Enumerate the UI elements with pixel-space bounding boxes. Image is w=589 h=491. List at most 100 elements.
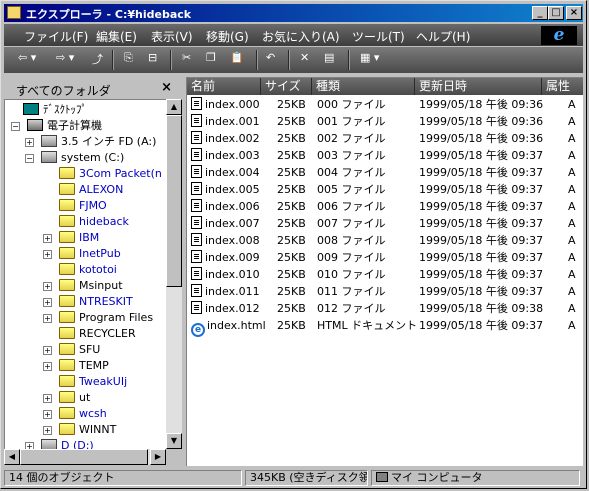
expand-plus-icon[interactable]: + bbox=[43, 298, 52, 307]
file-size: 25KB bbox=[277, 285, 306, 298]
disconnect-drive-button[interactable]: ⊟ bbox=[148, 51, 157, 69]
menu-help[interactable]: ヘルプ(H) bbox=[416, 28, 470, 45]
folder-pane-close-icon[interactable]: × bbox=[161, 80, 172, 95]
file-row[interactable]: index.001 25KB 001 ファイル 1999/05/18 午後 09:36… bbox=[187, 113, 583, 130]
tree-item-label: Program Files bbox=[79, 311, 154, 324]
scroll-up-arrow-icon[interactable]: ▲ bbox=[166, 99, 182, 115]
folder-tree[interactable]: ﾃﾞｽｸﾄｯﾌﾟ − 電子計算機 +3.5 インチ FD (A:) − system (C… bbox=[4, 99, 166, 449]
menu-go[interactable]: 移動(G) bbox=[206, 28, 249, 45]
expand-plus-icon[interactable]: + bbox=[43, 250, 52, 259]
file-row[interactable]: index.000 25KB 000 ファイル 1999/05/18 午後 09:36… bbox=[187, 96, 583, 113]
copy-button[interactable]: ❐ bbox=[206, 51, 216, 69]
file-modified: 1999/05/18 午後 09:37 bbox=[419, 217, 544, 230]
paste-button[interactable]: 📋 bbox=[230, 51, 244, 69]
file-size-cell: 25KB bbox=[277, 96, 306, 113]
file-size: 25KB bbox=[277, 251, 306, 264]
expand-plus-icon[interactable]: + bbox=[25, 442, 34, 449]
undo-button[interactable]: ↶ bbox=[266, 51, 275, 69]
file-list-pane[interactable]: 名前 サイズ 種類 更新日時 属性 index.000 25KB 000 ファイル 1… bbox=[186, 77, 583, 466]
scroll-right-arrow-icon[interactable]: ▶ bbox=[150, 449, 166, 465]
expand-plus-icon[interactable]: + bbox=[43, 346, 52, 355]
file-row[interactable]: index.010 25KB 010 ファイル 1999/05/18 午後 09:37… bbox=[187, 266, 583, 283]
menu-favorites[interactable]: お気に入り(A) bbox=[262, 28, 340, 45]
file-row[interactable]: index.004 25KB 004 ファイル 1999/05/18 午後 09:37… bbox=[187, 164, 583, 181]
tree-item-label: ALEXON bbox=[79, 183, 124, 196]
views-button[interactable]: ▦ ▾ bbox=[360, 51, 379, 69]
expand-plus-icon[interactable]: + bbox=[43, 362, 52, 371]
expand-plus-icon[interactable]: + bbox=[43, 410, 52, 419]
file-modified: 1999/05/18 午後 09:36 bbox=[419, 98, 544, 111]
up-folder-button[interactable]: ⤴ bbox=[92, 51, 103, 69]
file-row[interactable]: index.007 25KB 007 ファイル 1999/05/18 午後 09:37… bbox=[187, 215, 583, 232]
tree-item-label: TweakUIj bbox=[79, 375, 128, 388]
file-type-cell: 006 ファイル bbox=[317, 198, 386, 215]
file-icon bbox=[191, 114, 202, 127]
tree-item-label: IBM bbox=[79, 231, 100, 244]
file-attr-cell: A bbox=[568, 300, 576, 317]
tree-item-label: WINNT bbox=[79, 423, 117, 436]
menu-edit[interactable]: 編集(E) bbox=[96, 28, 137, 45]
map-drive-button[interactable]: ⎘ bbox=[124, 51, 133, 69]
scroll-thumb[interactable] bbox=[20, 449, 148, 465]
file-row[interactable]: index.012 25KB 012 ファイル 1999/05/18 午後 09:38… bbox=[187, 300, 583, 317]
file-name-cell: index.001 bbox=[191, 113, 260, 130]
file-row[interactable]: index.006 25KB 006 ファイル 1999/05/18 午後 09:37… bbox=[187, 198, 583, 215]
expand-plus-icon[interactable]: + bbox=[43, 394, 52, 403]
minimize-button[interactable]: _ bbox=[532, 6, 548, 20]
column-header-size[interactable]: サイズ bbox=[261, 78, 312, 95]
scroll-down-arrow-icon[interactable]: ▼ bbox=[166, 433, 182, 449]
expand-plus-icon[interactable]: + bbox=[43, 426, 52, 435]
column-header-attributes[interactable]: 属性 bbox=[542, 78, 583, 95]
expand-plus-icon[interactable]: + bbox=[43, 282, 52, 291]
close-button[interactable]: × bbox=[566, 6, 582, 20]
file-row[interactable]: index.011 25KB 011 ファイル 1999/05/18 午後 09:37… bbox=[187, 283, 583, 300]
delete-button[interactable]: ✕ bbox=[300, 51, 309, 69]
folder-tree-horizontal-scrollbar[interactable]: ◀ ▶ bbox=[4, 449, 166, 465]
toolbar-separator bbox=[170, 50, 172, 70]
back-button[interactable]: ⇦ ▾ bbox=[18, 51, 36, 69]
maximize-button[interactable]: □ bbox=[548, 6, 564, 20]
file-name: index.html bbox=[207, 319, 266, 332]
scroll-thumb[interactable] bbox=[166, 115, 182, 287]
column-header-name[interactable]: 名前 bbox=[187, 78, 261, 95]
file-modified-cell: 1999/05/18 午後 09:36 bbox=[419, 96, 543, 113]
file-size-cell: 25KB bbox=[277, 283, 306, 300]
collapse-minus-icon[interactable]: − bbox=[25, 154, 34, 163]
file-modified: 1999/05/18 午後 09:37 bbox=[419, 149, 544, 162]
folder-tree-vertical-scrollbar[interactable]: ▲ ▼ bbox=[166, 99, 182, 449]
menu-view[interactable]: 表示(V) bbox=[151, 28, 193, 45]
file-row[interactable]: index.008 25KB 008 ファイル 1999/05/18 午後 09:37… bbox=[187, 232, 583, 249]
file-attr: A bbox=[568, 285, 576, 298]
menu-tools[interactable]: ツール(T) bbox=[352, 28, 405, 45]
menu-file[interactable]: ファイル(F) bbox=[24, 28, 88, 45]
status-disk-size: 345KB (空きディスク領 bbox=[245, 470, 368, 486]
file-attr-cell: A bbox=[568, 96, 576, 113]
expand-plus-icon[interactable]: + bbox=[43, 234, 52, 243]
file-type-cell: 012 ファイル bbox=[317, 300, 386, 317]
file-row[interactable]: index.002 25KB 002 ファイル 1999/05/18 午後 09:36… bbox=[187, 130, 583, 147]
file-attr: A bbox=[568, 319, 576, 332]
tree-item-label: Msinput bbox=[79, 279, 123, 292]
scroll-left-arrow-icon[interactable]: ◀ bbox=[4, 449, 20, 465]
file-row[interactable]: index.003 25KB 003 ファイル 1999/05/18 午後 09:37… bbox=[187, 147, 583, 164]
expand-plus-icon[interactable]: + bbox=[43, 314, 52, 323]
properties-button[interactable]: ▤ bbox=[324, 51, 334, 69]
file-attr-cell: A bbox=[568, 130, 576, 147]
collapse-minus-icon[interactable]: − bbox=[11, 122, 20, 131]
cut-button[interactable]: ✂ bbox=[182, 51, 191, 69]
file-attr-cell: A bbox=[568, 317, 576, 334]
tree-item-content: TweakUIj bbox=[59, 374, 127, 390]
folder-icon bbox=[59, 231, 75, 243]
forward-button[interactable]: ⇨ ▾ bbox=[56, 51, 74, 69]
title-bar[interactable]: エクスプローラ - C:¥hideback _ □ × bbox=[4, 4, 583, 22]
file-name-cell: index.000 bbox=[191, 96, 260, 113]
folder-icon bbox=[59, 375, 75, 387]
expand-plus-icon[interactable]: + bbox=[25, 138, 34, 147]
file-attr: A bbox=[568, 302, 576, 315]
column-header-modified[interactable]: 更新日時 bbox=[415, 78, 542, 95]
file-row[interactable]: index.009 25KB 009 ファイル 1999/05/18 午後 09:37… bbox=[187, 249, 583, 266]
file-attr: A bbox=[568, 234, 576, 247]
column-header-type[interactable]: 種類 bbox=[312, 78, 415, 95]
file-row[interactable]: e index.html 25KB HTML ドキュメント 1999/05/18 午後 … bbox=[187, 317, 583, 337]
file-row[interactable]: index.005 25KB 005 ファイル 1999/05/18 午後 09:37… bbox=[187, 181, 583, 198]
